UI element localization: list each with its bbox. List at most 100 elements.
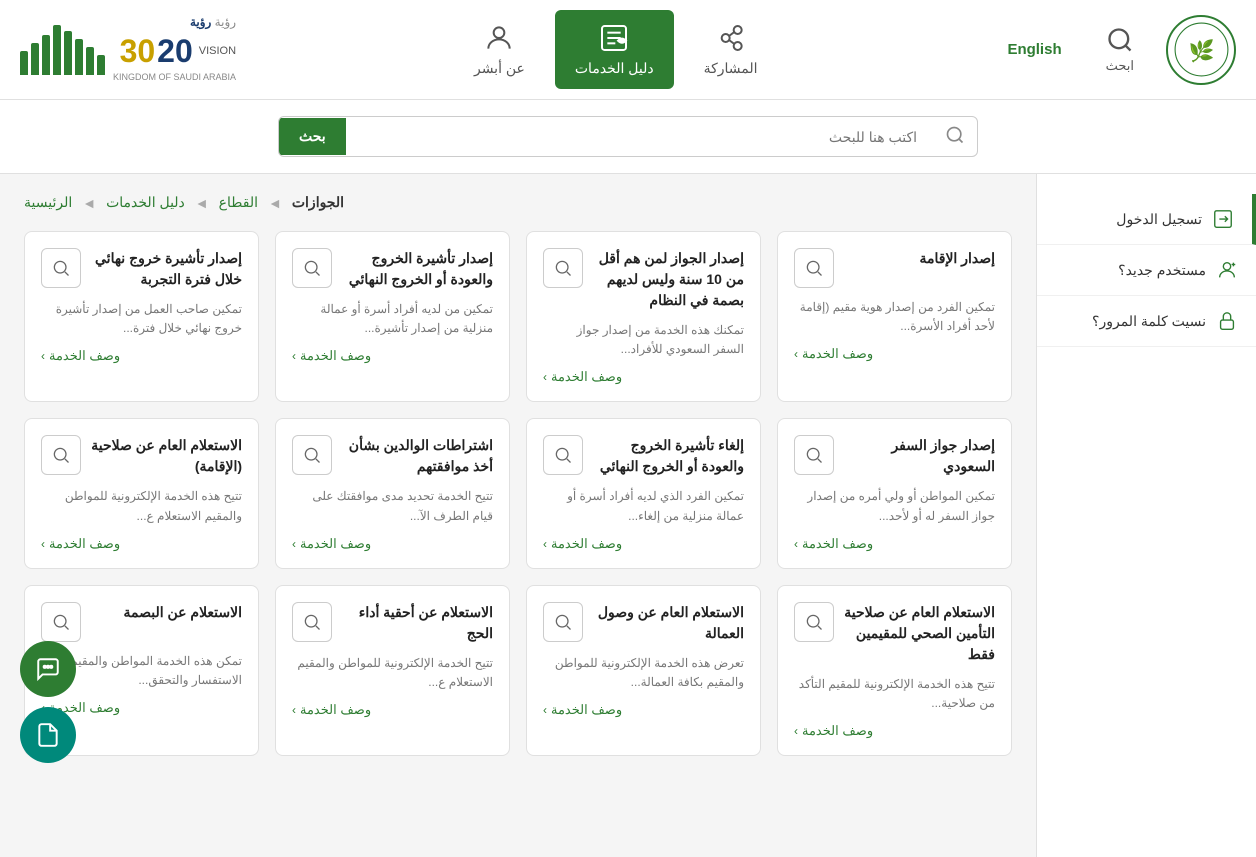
service-link[interactable]: وصف الخدمة › bbox=[543, 369, 744, 385]
service-icon-box bbox=[794, 602, 834, 642]
header-center: المشاركة دليل الخدمات عن أبشر bbox=[454, 10, 778, 89]
service-search-icon bbox=[804, 612, 824, 632]
sidebar-forgot-password-label: نسيت كلمة المرور؟ bbox=[1092, 313, 1206, 330]
sidebar-login[interactable]: تسجيل الدخول bbox=[1037, 194, 1256, 245]
service-title: إصدار تأشيرة الخروج والعودة أو الخروج ال… bbox=[340, 248, 493, 290]
search-icon-button[interactable] bbox=[933, 117, 977, 156]
service-search-icon bbox=[302, 258, 322, 278]
breadcrumb-sector[interactable]: القطاع bbox=[219, 194, 258, 211]
service-title: الاستعلام العام عن صلاحية التأمين الصحي … bbox=[842, 602, 995, 665]
service-link[interactable]: وصف الخدمة › bbox=[543, 702, 744, 718]
search-submit-button[interactable]: بحث bbox=[279, 118, 346, 155]
vision-20: 20 bbox=[157, 31, 193, 73]
service-icon-box bbox=[794, 248, 834, 288]
vision-logo: رؤية رؤية VISION 20 30 KINGDOM OF SAUDI … bbox=[20, 15, 236, 84]
service-card-header: إصدار جواز السفر السعودي bbox=[794, 435, 995, 477]
chat-button-1[interactable] bbox=[20, 641, 76, 697]
service-desc: تتيح الخدمة الإلكترونية للمواطن والمقيم … bbox=[292, 654, 493, 692]
chevron-left-icon: › bbox=[794, 347, 798, 361]
service-card-header: الاستعلام عن أحقية أداء الحج bbox=[292, 602, 493, 644]
service-card-worker-arrival-inquiry[interactable]: الاستعلام العام عن وصول العمالة تعرض هذه… bbox=[526, 585, 761, 756]
service-card-issue-saudi-passport[interactable]: إصدار جواز السفر السعودي تمكين المواطن أ… bbox=[777, 418, 1012, 568]
kingdom-label: KINGDOM OF SAUDI ARABIA bbox=[113, 72, 236, 84]
nav-share[interactable]: المشاركة bbox=[684, 10, 778, 89]
header-left: رؤية رؤية VISION 20 30 KINGDOM OF SAUDI … bbox=[20, 15, 236, 84]
service-link[interactable]: وصف الخدمة › bbox=[794, 536, 995, 552]
service-link[interactable]: وصف الخدمة › bbox=[292, 348, 493, 364]
bar-4 bbox=[64, 31, 72, 75]
service-link[interactable]: وصف الخدمة › bbox=[41, 536, 242, 552]
content-area: الجوازات ◄ القطاع ◄ دليل الخدمات ◄ الرئي… bbox=[0, 174, 1036, 857]
service-search-icon bbox=[51, 445, 71, 465]
chat-icon-2 bbox=[35, 722, 61, 748]
search-button[interactable]: ابحث bbox=[1094, 18, 1146, 82]
search-input[interactable] bbox=[346, 119, 933, 155]
service-card-header: إصدار تأشيرة الخروج والعودة أو الخروج ال… bbox=[292, 248, 493, 290]
chat-buttons bbox=[20, 641, 76, 763]
service-card-parents-consent[interactable]: اشتراطات الوالدين بشأن أخذ موافقتهم تتيح… bbox=[275, 418, 510, 568]
service-card-header: إصدار الإقامة bbox=[794, 248, 995, 288]
service-link-label: وصف الخدمة bbox=[551, 702, 622, 718]
service-search-icon bbox=[51, 612, 71, 632]
service-card-cancel-exit-reentry[interactable]: إلغاء تأشيرة الخروج والعودة أو الخروج ال… bbox=[526, 418, 761, 568]
services-grid: إصدار الإقامة تمكين الفرد من إصدار هوية … bbox=[24, 231, 1012, 756]
service-link-label: وصف الخدمة bbox=[300, 348, 371, 364]
breadcrumb-guide[interactable]: دليل الخدمات bbox=[106, 194, 185, 211]
absher-icon bbox=[483, 22, 515, 54]
service-card-header: إصدار الجواز لمن هم أقل من 10 سنة وليس ل… bbox=[543, 248, 744, 311]
nav-absher[interactable]: عن أبشر bbox=[454, 10, 545, 89]
chevron-left-icon: › bbox=[292, 537, 296, 551]
service-link[interactable]: وصف الخدمة › bbox=[794, 723, 995, 739]
chevron-left-icon: › bbox=[543, 537, 547, 551]
sidebar-new-user[interactable]: مستخدم جديد؟ bbox=[1037, 245, 1256, 296]
vision-v: VISION bbox=[199, 44, 236, 58]
service-icon-box bbox=[292, 602, 332, 642]
service-link[interactable]: وصف الخدمة › bbox=[292, 536, 493, 552]
nav-guide[interactable]: دليل الخدمات bbox=[555, 10, 674, 89]
service-card-general-inquiry-residence[interactable]: الاستعلام العام عن صلاحية (الإقامة) تتيح… bbox=[24, 418, 259, 568]
service-title: إصدار الإقامة bbox=[842, 248, 995, 269]
service-link[interactable]: وصف الخدمة › bbox=[41, 348, 242, 364]
vision-label: رؤية رؤية bbox=[113, 15, 236, 31]
language-button[interactable]: English bbox=[995, 33, 1073, 66]
service-link-label: وصف الخدمة bbox=[802, 723, 873, 739]
service-title: إصدار جواز السفر السعودي bbox=[842, 435, 995, 477]
bar-6 bbox=[42, 35, 50, 75]
service-link[interactable]: وصف الخدمة › bbox=[543, 536, 744, 552]
service-link-label: وصف الخدمة bbox=[551, 536, 622, 552]
main-wrapper: تسجيل الدخول مستخدم جديد؟ نسيت كلمة المر… bbox=[0, 174, 1256, 857]
bar-2 bbox=[86, 47, 94, 75]
service-card-issue-exit-trial-period[interactable]: إصدار تأشيرة خروج نهائي خلال فترة التجرب… bbox=[24, 231, 259, 402]
service-card-issue-exit-reentry-final[interactable]: إصدار تأشيرة الخروج والعودة أو الخروج ال… bbox=[275, 231, 510, 402]
service-desc: تمكين صاحب العمل من إصدار تأشيرة خروج نه… bbox=[41, 300, 242, 338]
service-card-issuance-residence[interactable]: إصدار الإقامة تمكين الفرد من إصدار هوية … bbox=[777, 231, 1012, 402]
service-icon-box bbox=[794, 435, 834, 475]
sidebar-forgot-password[interactable]: نسيت كلمة المرور؟ bbox=[1037, 296, 1256, 347]
sidebar-new-user-label: مستخدم جديد؟ bbox=[1118, 262, 1206, 279]
breadcrumb-home[interactable]: الرئيسية bbox=[24, 194, 72, 211]
service-link[interactable]: وصف الخدمة › bbox=[794, 346, 995, 362]
service-card-hajj-eligibility-inquiry[interactable]: الاستعلام عن أحقية أداء الحج تتيح الخدمة… bbox=[275, 585, 510, 756]
service-title: الاستعلام العام عن وصول العمالة bbox=[591, 602, 744, 644]
search-bar-icon bbox=[945, 125, 965, 145]
bar-1 bbox=[97, 55, 105, 75]
breadcrumb: الجوازات ◄ القطاع ◄ دليل الخدمات ◄ الرئي… bbox=[24, 194, 1012, 211]
bar-3 bbox=[75, 39, 83, 75]
breadcrumb-sep-3: ◄ bbox=[268, 195, 282, 211]
service-card-health-insurance-inquiry[interactable]: الاستعلام العام عن صلاحية التأمين الصحي … bbox=[777, 585, 1012, 756]
service-link[interactable]: وصف الخدمة › bbox=[292, 702, 493, 718]
service-link-label: وصف الخدمة bbox=[49, 348, 120, 364]
service-card-header: الاستعلام العام عن صلاحية (الإقامة) bbox=[41, 435, 242, 477]
lock-icon bbox=[1216, 310, 1238, 332]
chat-button-2[interactable] bbox=[20, 707, 76, 763]
vision-bars bbox=[20, 25, 105, 75]
service-icon-box bbox=[543, 435, 583, 475]
service-search-icon bbox=[553, 445, 573, 465]
service-desc: تمكين من لديه أفراد أسرة أو عمالة منزلية… bbox=[292, 300, 493, 338]
header: 🌿 ابحث English المشاركة bbox=[0, 0, 1256, 100]
service-desc: تتيح الخدمة تحديد مدى موافقتك على قيام ا… bbox=[292, 487, 493, 525]
breadcrumb-sep-2: ◄ bbox=[195, 195, 209, 211]
nav-absher-label: عن أبشر bbox=[474, 60, 525, 77]
service-card-issue-passport-for-minor[interactable]: إصدار الجواز لمن هم أقل من 10 سنة وليس ل… bbox=[526, 231, 761, 402]
service-icon-box bbox=[543, 248, 583, 288]
